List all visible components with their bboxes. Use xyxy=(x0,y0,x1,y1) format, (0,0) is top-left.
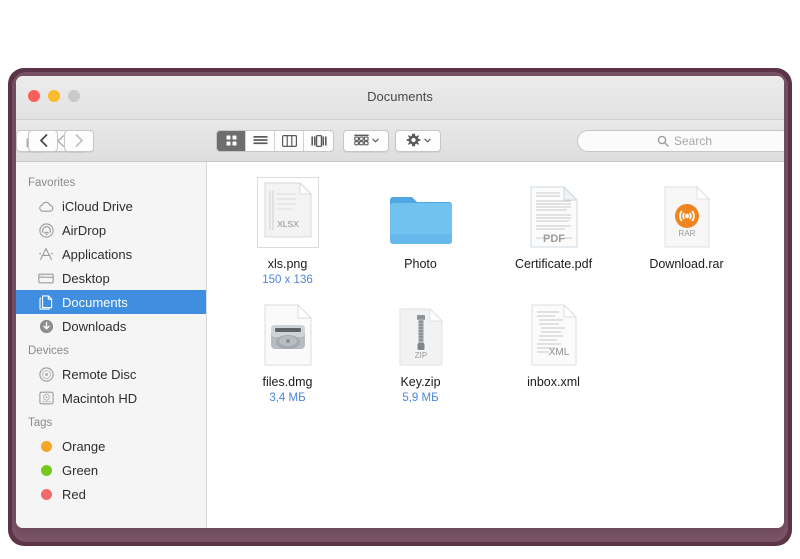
navigation-buttons xyxy=(28,129,94,152)
file-meta: 5,9 МБ xyxy=(402,392,439,404)
gear-icon xyxy=(406,133,420,147)
file-item[interactable]: files.dmg 3,4 МБ xyxy=(221,294,354,404)
sidebar-section-favorites-title: Favorites xyxy=(28,177,76,189)
sidebar-item-icloud-drive[interactable]: iCloud Drive xyxy=(16,194,206,218)
rar-archive-icon: RAR xyxy=(662,180,712,248)
chevron-right-icon xyxy=(75,134,83,147)
svg-text:PDF: PDF xyxy=(543,233,565,245)
sidebar-item-label: Green xyxy=(62,462,99,478)
sidebar-item-tag-red[interactable]: Red xyxy=(16,482,206,506)
svg-text:ZIP: ZIP xyxy=(414,351,426,360)
file-item[interactable]: XLSX xls.png 150 x 136 xyxy=(221,176,354,286)
window-body: Favorites iCloud Drive AirDrop Applicati… xyxy=(16,162,784,528)
icon-view-button[interactable] xyxy=(217,130,246,151)
chevron-left-icon xyxy=(39,134,47,147)
file-name: Download.rar xyxy=(649,257,724,271)
applications-icon xyxy=(38,246,54,262)
columns-icon xyxy=(281,134,297,147)
file-grid-area[interactable]: XLSX xls.png 150 x 136 Photo PDF Certifi… xyxy=(207,162,784,528)
sidebar-item-label: Macintoh HD xyxy=(62,390,138,406)
file-name: Photo xyxy=(404,257,437,271)
finder-window: Documents Search Favorites iCloud Drive … xyxy=(16,76,784,528)
sidebar-item-remote-disc[interactable]: Remote Disc xyxy=(16,362,206,386)
file-item[interactable]: ZIP Key.zip 5,9 МБ xyxy=(354,294,487,404)
search-field[interactable]: Search xyxy=(577,129,784,152)
gallery-view-button[interactable] xyxy=(304,131,333,151)
column-view-button[interactable] xyxy=(275,130,304,151)
sidebar-item-desktop[interactable]: Desktop xyxy=(16,266,206,290)
harddisk-icon xyxy=(38,390,54,406)
file-meta: 150 x 136 xyxy=(262,274,313,286)
tag-dot-icon xyxy=(38,438,54,454)
file-name: inbox.xml xyxy=(527,375,580,389)
action-menu-button[interactable] xyxy=(395,129,441,152)
file-item[interactable]: PDF Certificate.pdf xyxy=(487,176,620,286)
screenshot-canvas: Documents Search Favorites iCloud Drive … xyxy=(0,0,800,559)
view-mode-switcher xyxy=(216,129,334,152)
grid-icon xyxy=(226,135,236,146)
chevron-down-icon xyxy=(371,138,379,143)
file-meta: 3,4 МБ xyxy=(269,392,306,404)
documents-icon xyxy=(38,294,54,310)
zip-archive-icon: ZIP xyxy=(397,298,445,366)
sidebar-section-devices-title: Devices xyxy=(28,345,69,357)
dmg-disk-image-icon xyxy=(262,298,314,366)
cloud-icon xyxy=(38,198,54,214)
file-name: files.dmg xyxy=(262,375,313,389)
file-grid: XLSX xls.png 150 x 136 Photo PDF Certifi… xyxy=(207,162,784,404)
sidebar-item-downloads[interactable]: Downloads xyxy=(16,314,206,338)
coverflow-icon xyxy=(310,134,327,147)
airdrop-icon xyxy=(38,222,54,238)
back-button[interactable] xyxy=(28,129,58,152)
finder-toolbar: Search xyxy=(16,120,784,162)
window-titlebar[interactable]: Documents xyxy=(16,76,784,120)
sidebar-item-airdrop[interactable]: AirDrop xyxy=(16,218,206,242)
file-item[interactable]: RAR Download.rar xyxy=(620,176,753,286)
sidebar-item-label: iCloud Drive xyxy=(62,198,133,214)
sidebar: Favorites iCloud Drive AirDrop Applicati… xyxy=(16,162,207,528)
sidebar-item-label: Documents xyxy=(62,294,128,310)
pdf-document-icon: PDF xyxy=(529,180,579,248)
desktop-icon xyxy=(38,270,54,286)
tag-dot-icon xyxy=(38,486,54,502)
sidebar-item-label: Downloads xyxy=(62,318,127,334)
sidebar-section-tags-title: Tags xyxy=(28,417,53,429)
sidebar-item-label: Applications xyxy=(62,246,133,262)
search-icon xyxy=(657,135,669,147)
sidebar-item-label: Desktop xyxy=(62,270,110,286)
arrange-grid-icon xyxy=(353,134,369,146)
sidebar-item-tag-green[interactable]: Green xyxy=(16,458,206,482)
forward-button[interactable] xyxy=(64,129,94,152)
xlsx-document-icon: XLSX xyxy=(256,177,319,248)
xml-document-icon: XML xyxy=(529,298,579,366)
sidebar-item-label: AirDrop xyxy=(62,222,107,238)
chevron-down-icon xyxy=(423,138,431,143)
sidebar-item-tag-orange[interactable]: Orange xyxy=(16,434,206,458)
svg-text:RAR: RAR xyxy=(678,229,695,238)
sidebar-item-macintosh-hd[interactable]: Macintoh HD xyxy=(16,386,206,410)
disc-icon xyxy=(38,366,54,382)
search-placeholder: Search xyxy=(673,133,713,148)
folder-icon xyxy=(388,180,454,248)
svg-text:XLSX: XLSX xyxy=(277,219,299,229)
file-item[interactable]: Photo xyxy=(354,176,487,286)
file-name: Certificate.pdf xyxy=(514,257,593,271)
list-icon xyxy=(253,135,267,144)
sidebar-item-documents[interactable]: Documents xyxy=(16,290,206,314)
downloads-icon xyxy=(38,318,54,334)
sidebar-item-label: Red xyxy=(62,486,86,502)
svg-text:XML: XML xyxy=(548,347,569,358)
sidebar-item-applications[interactable]: Applications xyxy=(16,242,206,266)
list-view-button[interactable] xyxy=(246,130,275,151)
arrange-button[interactable] xyxy=(343,129,389,152)
file-name: xls.png xyxy=(267,257,308,271)
file-name: Key.zip xyxy=(400,375,441,389)
sidebar-item-label: Remote Disc xyxy=(62,366,137,382)
sidebar-item-label: Orange xyxy=(62,438,106,454)
file-item[interactable]: XML inbox.xml xyxy=(487,294,620,404)
window-title: Documents xyxy=(367,89,433,104)
tag-dot-icon xyxy=(38,462,54,478)
